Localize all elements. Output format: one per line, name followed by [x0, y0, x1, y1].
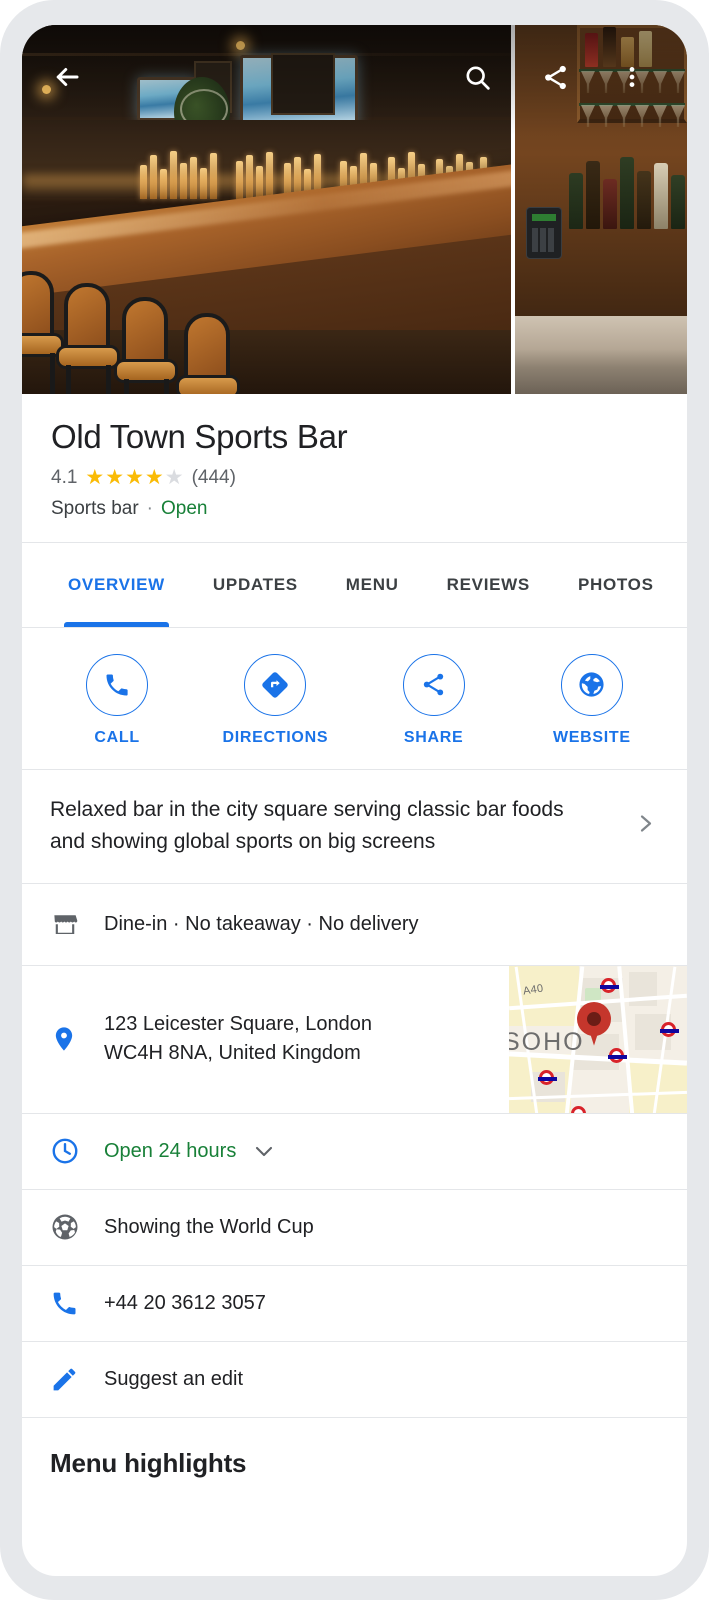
- review-count: (444): [191, 466, 236, 488]
- share-button[interactable]: SHARE: [374, 653, 494, 747]
- more-vertical-icon[interactable]: [619, 63, 645, 91]
- tube-roundel-icon: [600, 977, 619, 993]
- map-pin-icon: [577, 1001, 611, 1048]
- tab-menu[interactable]: MENU: [322, 543, 423, 627]
- pencil-icon: [50, 1365, 104, 1394]
- description-text: Relaxed bar in the city square serving c…: [50, 797, 564, 854]
- description-row[interactable]: Relaxed bar in the city square serving c…: [22, 768, 687, 883]
- phone-icon: [50, 1289, 104, 1318]
- address-text: 123 Leicester Square, London WC4H 8NA, U…: [104, 1010, 372, 1069]
- rating-row[interactable]: 4.1 ★ ★ ★ ★ ★ (444): [51, 467, 658, 489]
- service-options-row[interactable]: Dine-in · No takeaway · No delivery: [22, 882, 687, 965]
- directions-icon: [244, 653, 307, 716]
- hours-text: Open 24 hours: [104, 1139, 237, 1162]
- website-button[interactable]: WEBSITE: [532, 653, 652, 747]
- service-options-text: Dine-in · No takeaway · No delivery: [104, 912, 419, 935]
- attribute-row[interactable]: Showing the World Cup: [22, 1188, 687, 1265]
- bar-stool: [114, 297, 178, 394]
- star-rating: ★ ★ ★ ★ ★: [85, 467, 183, 488]
- map-neighbourhood-label: SOHO: [509, 1027, 585, 1056]
- star-icon-empty: ★: [164, 466, 184, 490]
- chevron-down-icon[interactable]: [252, 1139, 276, 1163]
- stone-counter: [515, 316, 687, 394]
- share-icon[interactable]: [541, 63, 570, 92]
- hero-toolbar: [22, 25, 687, 121]
- star-icon: ★: [105, 466, 125, 490]
- star-icon: ★: [144, 466, 164, 490]
- menu-highlights-section: Menu highlights: [22, 1416, 687, 1479]
- share-label: SHARE: [403, 728, 464, 746]
- tab-reviews[interactable]: REVIEWS: [423, 543, 554, 627]
- tab-bar: OVERVIEW UPDATES MENU REVIEWS PHOTOS: [22, 541, 687, 627]
- attribute-text: Showing the World Cup: [104, 1215, 314, 1238]
- star-icon: ★: [125, 466, 144, 490]
- separator: ·: [146, 497, 153, 519]
- business-category: Sports bar: [51, 497, 139, 519]
- tab-updates[interactable]: UPDATES: [189, 543, 322, 627]
- rating-value: 4.1: [51, 466, 78, 488]
- clock-icon: [50, 1136, 104, 1166]
- back-arrow-icon[interactable]: [52, 62, 82, 92]
- directions-button[interactable]: DIRECTIONS: [215, 653, 335, 747]
- website-label: WEBSITE: [552, 728, 631, 746]
- address-line-1: 123 Leicester Square, London: [104, 1012, 372, 1035]
- suggest-edit-row[interactable]: Suggest an edit: [22, 1340, 687, 1417]
- device-frame: Old Town Sports Bar 4.1 ★ ★ ★ ★ ★ (444) …: [0, 0, 709, 1600]
- address-row[interactable]: 123 Leicester Square, London WC4H 8NA, U…: [22, 964, 687, 1113]
- soccer-ball-icon: [50, 1212, 104, 1242]
- star-icon: ★: [85, 466, 105, 490]
- call-button[interactable]: CALL: [57, 653, 177, 747]
- business-header: Old Town Sports Bar 4.1 ★ ★ ★ ★ ★ (444) …: [22, 394, 687, 542]
- action-button-row: CALL DIRECTIONS SHARE WEBSITE: [22, 626, 687, 769]
- photo-gallery[interactable]: [22, 25, 687, 394]
- bar-stool: [22, 271, 64, 394]
- tube-roundel-icon: [660, 1021, 679, 1037]
- phone-number: +44 20 3612 3057: [104, 1291, 266, 1314]
- storefront-icon: [50, 909, 104, 939]
- chevron-right-icon: [633, 812, 657, 841]
- category-row: Sports bar · Open: [51, 498, 658, 520]
- tab-overview[interactable]: OVERVIEW: [44, 543, 189, 627]
- app-screen: Old Town Sports Bar 4.1 ★ ★ ★ ★ ★ (444) …: [22, 25, 687, 1576]
- wine-bottles: [569, 157, 687, 229]
- phone-row[interactable]: +44 20 3612 3057: [22, 1264, 687, 1341]
- bar-stool: [176, 313, 240, 394]
- globe-icon: [560, 653, 623, 716]
- tube-roundel-icon: [608, 1047, 627, 1063]
- tube-roundel-icon: [538, 1069, 557, 1085]
- share-icon: [402, 653, 465, 716]
- menu-highlights-title: Menu highlights: [50, 1447, 247, 1478]
- wall-telephone: [526, 207, 562, 259]
- location-pin-icon: [50, 1025, 104, 1053]
- address-line-2: WC4H 8NA, United Kingdom: [104, 1042, 361, 1065]
- hours-row[interactable]: Open 24 hours: [22, 1112, 687, 1189]
- phone-icon: [86, 653, 149, 716]
- call-label: CALL: [94, 728, 140, 746]
- map-thumbnail[interactable]: A40 SOHO T JAMES'S ✈: [509, 965, 687, 1113]
- directions-label: DIRECTIONS: [222, 728, 329, 746]
- status-badge: Open: [160, 497, 208, 519]
- tab-photos[interactable]: PHOTOS: [554, 543, 678, 627]
- page-title: Old Town Sports Bar: [51, 418, 348, 455]
- suggest-edit-text: Suggest an edit: [104, 1367, 243, 1390]
- bar-stool: [56, 283, 120, 394]
- search-icon[interactable]: [463, 63, 492, 92]
